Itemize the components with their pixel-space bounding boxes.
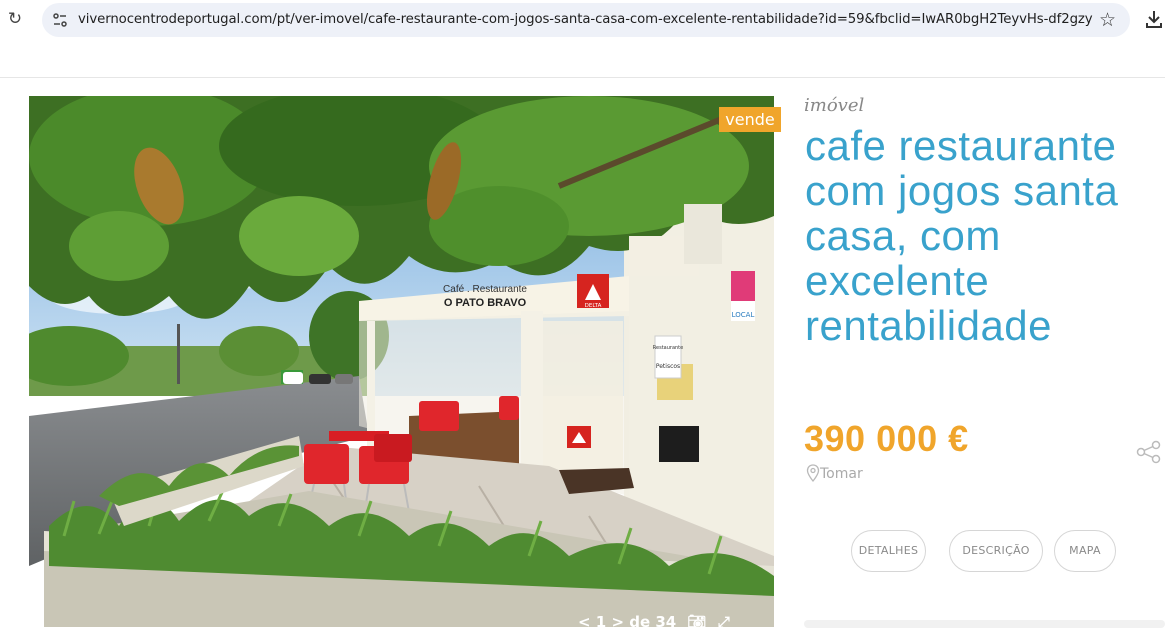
menu-board-line1: Restaurante xyxy=(653,345,683,351)
tab-detalhes[interactable]: DETALHES xyxy=(851,530,926,572)
tab-mapa[interactable]: MAPA xyxy=(1054,530,1116,572)
site-info-icon[interactable] xyxy=(51,11,69,29)
listing-location: Tomar xyxy=(806,464,863,482)
address-bar[interactable]: vivernocentrodeportugal.com/pt/ver-imove… xyxy=(42,3,1130,37)
listing-price: 390 000 € xyxy=(804,418,969,459)
download-icon[interactable] xyxy=(1144,8,1164,30)
local-sticker: LOCAL xyxy=(732,311,755,319)
listing-kicker: imóvel xyxy=(804,95,865,116)
property-photo[interactable]: LOCAL Restaurante Petiscos DELTA Café . … xyxy=(29,96,774,627)
cafe-sign-line2: O PATO BRAVO xyxy=(444,297,527,309)
tab-descricao[interactable]: DESCRIÇÃO xyxy=(949,530,1043,572)
location-text: Tomar xyxy=(820,466,863,482)
gallery-counter[interactable]: < 1 > de 34 xyxy=(578,613,676,631)
star-icon[interactable]: ☆ xyxy=(1099,9,1116,31)
cafe-sign-line1: Café . Restaurante xyxy=(443,284,527,295)
header-divider xyxy=(0,77,1165,78)
location-pin-icon xyxy=(806,464,820,482)
listing-title: cafe restaurante com jogos santa casa, c… xyxy=(805,122,1119,349)
gallery-controls[interactable]: < 1 > de 34 📷︎ ⤢ xyxy=(578,613,736,631)
expand-icon[interactable]: ⤢ xyxy=(718,613,730,631)
camera-icon[interactable]: 📷︎ xyxy=(687,613,706,631)
menu-board-line2: Petiscos xyxy=(656,363,680,370)
for-sale-badge: vende xyxy=(719,107,781,132)
reload-icon[interactable]: ↻ xyxy=(6,9,24,29)
url-text[interactable]: vivernocentrodeportugal.com/pt/ver-imove… xyxy=(78,11,1093,29)
delta-logo-label: DELTA xyxy=(585,303,602,309)
share-icon[interactable] xyxy=(1136,440,1162,464)
browser-toolbar: ↻ vivernocentrodeportugal.com/pt/ver-imo… xyxy=(0,0,1165,40)
